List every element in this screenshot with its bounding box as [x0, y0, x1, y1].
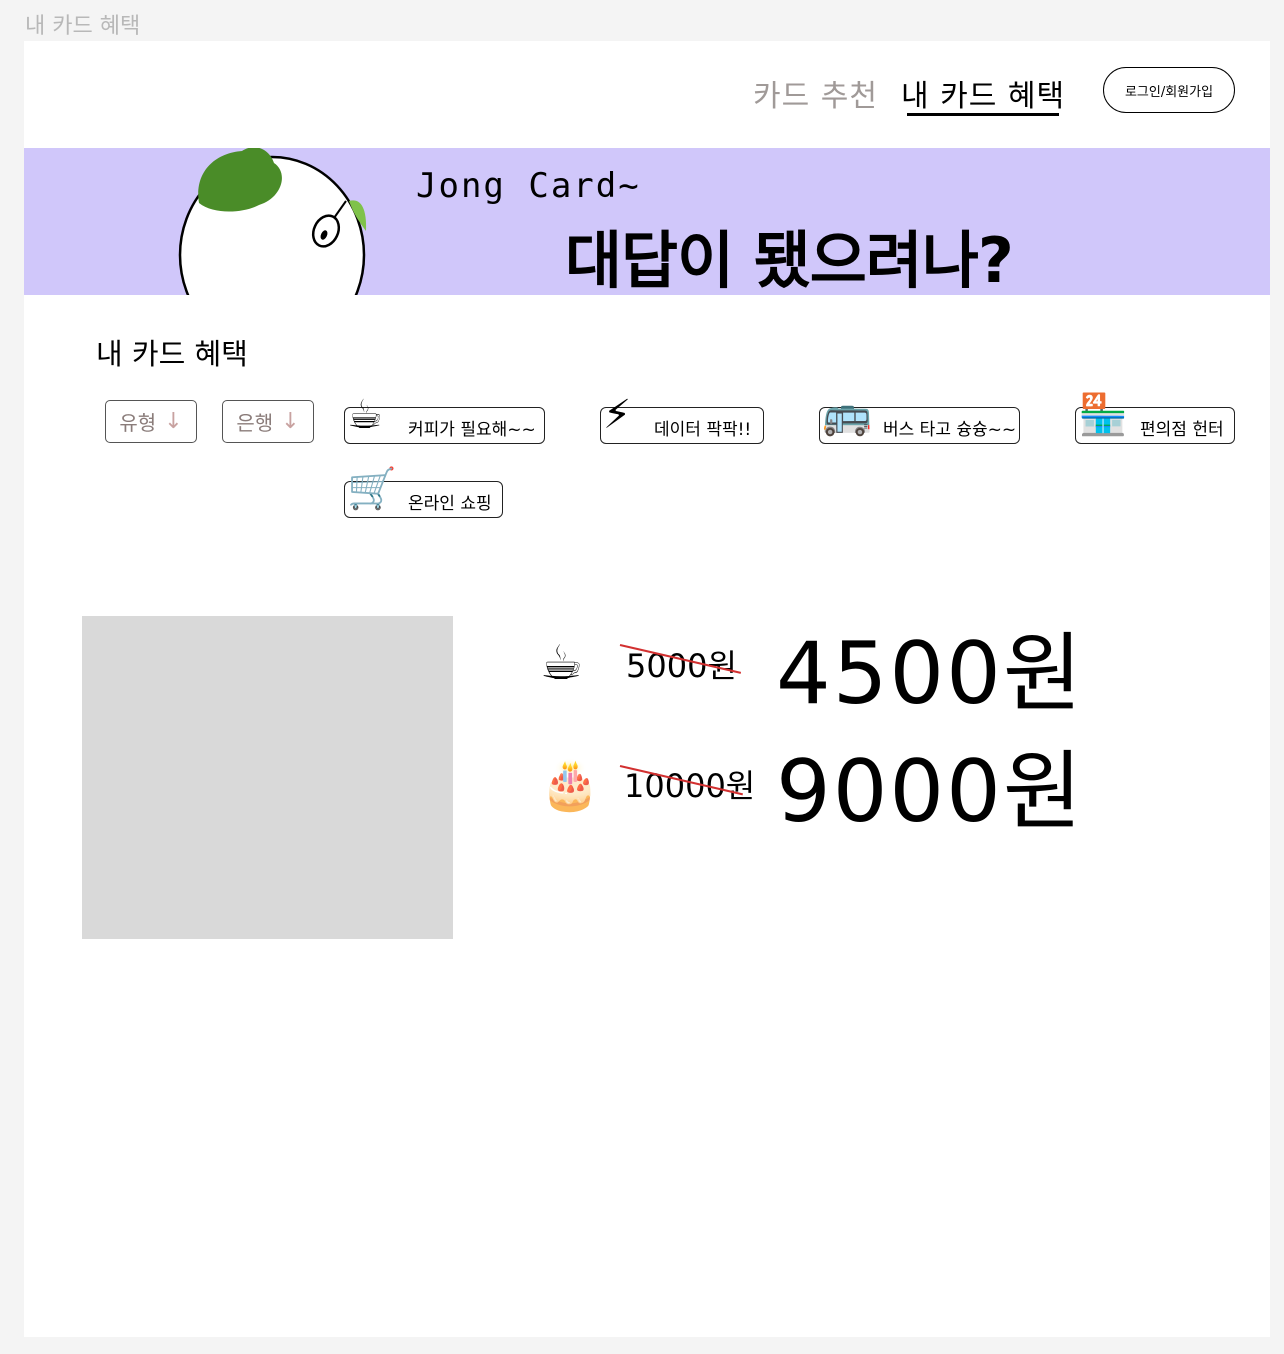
filter-bank-dropdown[interactable]: 은행 ↓: [222, 400, 314, 443]
category-chip-data[interactable]: ⚡ 데이터 팍팍!!: [600, 392, 764, 444]
card-image-placeholder: [82, 616, 453, 939]
banner-subtitle: Jong Card~: [416, 166, 641, 206]
nav-card-recommend[interactable]: 카드 추천: [753, 71, 878, 115]
bus-icon: 🚌: [822, 392, 872, 438]
lightning-icon: ⚡: [603, 392, 632, 438]
chip-label: 커피가 필요해~~: [408, 420, 536, 440]
frame-label: 내 카드 혜택: [25, 14, 141, 39]
page: 카드 추천 내 카드 혜택 로그인/회원가입 Jong Card~ 대답이 됐으…: [24, 41, 1270, 1337]
banner-headline: 대답이 됐으려나?: [565, 224, 1014, 295]
login-signup-button[interactable]: 로그인/회원가입: [1103, 67, 1235, 113]
arrow-down-icon: ↓: [281, 409, 300, 434]
category-chip-coffee[interactable]: ☕ 커피가 필요해~~: [344, 392, 545, 444]
cake-icon: 🎂: [540, 757, 600, 813]
coffee-icon: ☕: [347, 392, 383, 438]
arrow-down-icon: ↓: [164, 409, 183, 434]
shopping-cart-icon: 🛒: [347, 466, 397, 512]
chip-label: 버스 타고 슝슝~~: [883, 420, 1017, 440]
chip-label: 온라인 쇼핑: [408, 494, 492, 514]
hero-banner: Jong Card~ 대답이 됐으려나?: [24, 148, 1270, 295]
category-chip-online-shopping[interactable]: 🛒 온라인 쇼핑: [344, 466, 503, 518]
filter-label: 은행: [236, 411, 274, 435]
nav-my-card-benefits[interactable]: 내 카드 혜택: [901, 71, 1065, 115]
category-chip-bus[interactable]: 🚌 버스 타고 슝슝~~: [819, 392, 1020, 444]
old-price: 10000원: [624, 767, 756, 805]
coffee-icon: ☕: [540, 635, 584, 691]
filter-label: 유형: [119, 411, 157, 435]
new-price: 4500원: [776, 624, 1084, 724]
chip-label: 데이터 팍팍!!: [654, 420, 752, 440]
category-chip-convenience-store[interactable]: 🏪 편의점 헌터: [1075, 392, 1235, 444]
new-price: 9000원: [776, 742, 1084, 842]
convenience-store-icon: 🏪: [1078, 392, 1128, 438]
chip-label: 편의점 헌터: [1140, 420, 1224, 440]
old-price: 5000원: [626, 647, 737, 685]
filter-type-dropdown[interactable]: 유형 ↓: [105, 400, 197, 443]
mascot-illustration: [178, 148, 367, 295]
section-title: 내 카드 혜택: [96, 337, 248, 371]
nav-active-underline: [907, 113, 1059, 116]
